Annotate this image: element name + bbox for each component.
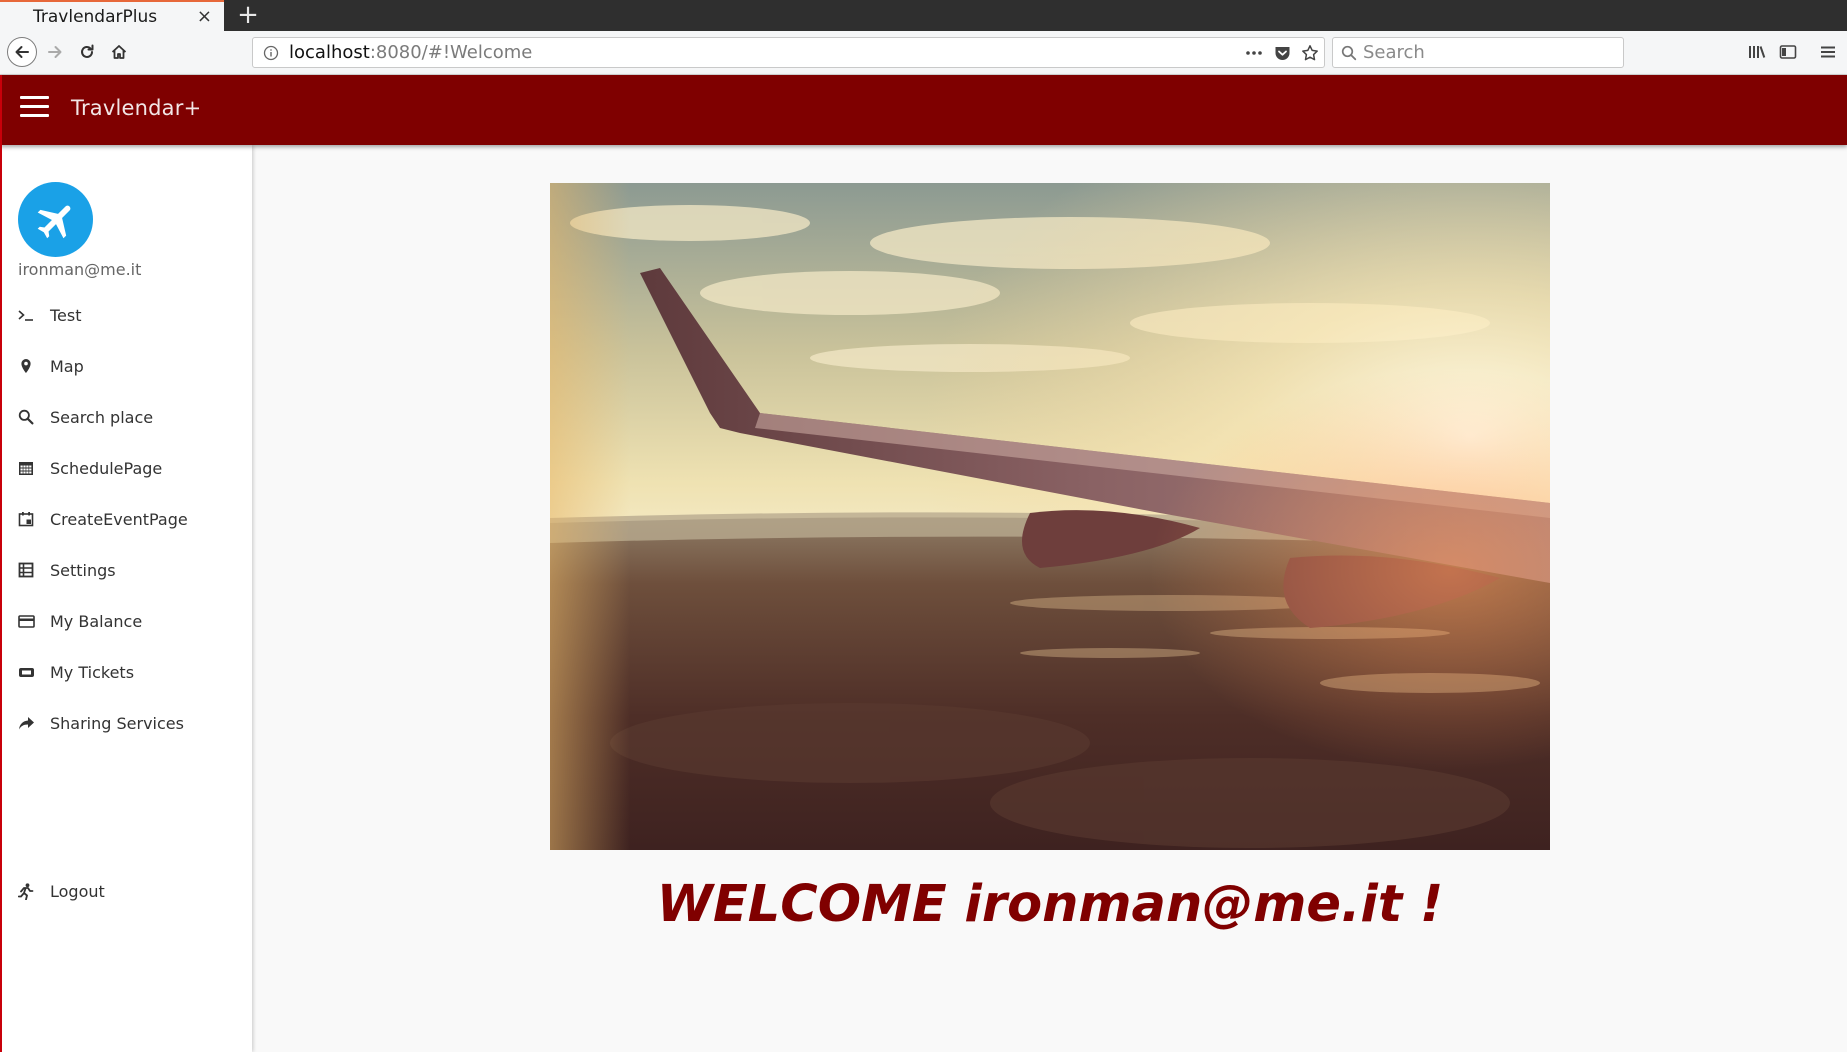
sidebar-item-search-place[interactable]: Search place bbox=[0, 393, 252, 441]
tab-title: TravlendarPlus bbox=[33, 6, 158, 27]
app-root: Travlendar+ ironman@me.it Test Map Searc… bbox=[0, 75, 1847, 1052]
welcome-heading: WELCOME ironman@me.it ! bbox=[656, 875, 1444, 934]
sidebar-item-label: Sharing Services bbox=[50, 713, 184, 733]
reload-button[interactable] bbox=[72, 37, 102, 67]
browser-menu-button[interactable] bbox=[1814, 38, 1842, 66]
home-button[interactable] bbox=[104, 37, 134, 67]
sidebar-item-label: My Balance bbox=[50, 611, 143, 631]
hamburger-bar bbox=[20, 105, 49, 108]
new-tab-button[interactable]: + bbox=[233, 1, 263, 29]
avatar bbox=[18, 182, 93, 257]
sidebar-item-label: Map bbox=[50, 356, 84, 376]
sidebar-item-create-event-page[interactable]: CreateEventPage bbox=[0, 495, 252, 543]
search-icon bbox=[1341, 45, 1357, 60]
page-actions-button[interactable] bbox=[1240, 39, 1268, 67]
hamburger-bar bbox=[20, 114, 49, 117]
url-bar[interactable]: localhost:8080/#!Welcome bbox=[252, 37, 1325, 68]
arrow-left-icon bbox=[15, 46, 29, 58]
forward-button[interactable] bbox=[40, 37, 70, 67]
sidebar-item-my-balance[interactable]: My Balance bbox=[0, 597, 252, 645]
sidebar-item-label: My Tickets bbox=[50, 662, 135, 682]
side-navigation: ironman@me.it Test Map Search place Sche… bbox=[0, 145, 252, 1052]
sidebar-item-sharing-services[interactable]: Sharing Services bbox=[0, 699, 252, 747]
sidebar-item-label: SchedulePage bbox=[50, 458, 163, 478]
credit-card-icon bbox=[17, 612, 35, 630]
library-icon bbox=[1749, 46, 1766, 58]
ellipsis-icon bbox=[1246, 50, 1262, 55]
bookmark-button[interactable] bbox=[1296, 39, 1324, 67]
sidebar-item-label: Test bbox=[50, 305, 82, 325]
user-email: ironman@me.it bbox=[18, 260, 142, 279]
library-button[interactable] bbox=[1743, 38, 1771, 66]
url-path: :8080/#!Welcome bbox=[369, 42, 533, 63]
browser-toolbar: localhost:8080/#!Welcome Search bbox=[0, 31, 1847, 75]
search-icon bbox=[17, 408, 35, 426]
map-pin-icon bbox=[17, 357, 35, 375]
sidebar-toggle-button[interactable] bbox=[1774, 38, 1802, 66]
airplane-wing-photo bbox=[550, 183, 1550, 850]
airplane-icon bbox=[37, 205, 70, 238]
sidebar-item-schedule-page[interactable]: SchedulePage bbox=[0, 444, 252, 492]
menu-toggle-button[interactable] bbox=[20, 96, 50, 124]
hero-image bbox=[550, 183, 1550, 850]
calendar-add-icon bbox=[17, 510, 35, 528]
calendar-grid-icon bbox=[17, 459, 35, 477]
sidebar-item-label: Settings bbox=[50, 560, 116, 580]
home-icon bbox=[111, 45, 127, 59]
pocket-button[interactable] bbox=[1268, 39, 1296, 67]
url-host: localhost bbox=[289, 42, 370, 63]
tab-close-button[interactable]: × bbox=[197, 6, 212, 27]
hamburger-icon bbox=[1821, 46, 1835, 58]
logout-button[interactable]: Logout bbox=[0, 867, 252, 915]
sidebar-item-test[interactable]: Test bbox=[0, 291, 252, 339]
arrow-right-icon bbox=[48, 46, 62, 58]
search-placeholder: Search bbox=[1363, 42, 1425, 63]
app-title: Travlendar+ bbox=[71, 96, 202, 120]
star-icon bbox=[1302, 44, 1318, 60]
sidebar-item-label: Search place bbox=[50, 407, 154, 427]
reload-icon bbox=[81, 44, 94, 58]
logout-label: Logout bbox=[50, 881, 105, 901]
sidebar-item-settings[interactable]: Settings bbox=[0, 546, 252, 594]
running-person-icon bbox=[17, 882, 35, 900]
terminal-icon bbox=[17, 306, 35, 324]
info-icon[interactable] bbox=[263, 45, 279, 61]
pocket-icon bbox=[1275, 46, 1289, 60]
sidebar-item-label: CreateEventPage bbox=[50, 509, 188, 529]
url-text[interactable]: localhost:8080/#!Welcome bbox=[289, 42, 1240, 63]
sidebar-icon bbox=[1779, 45, 1797, 59]
window-edge bbox=[0, 75, 2, 1052]
back-button[interactable] bbox=[7, 37, 37, 67]
sidebar-item-my-tickets[interactable]: My Tickets bbox=[0, 648, 252, 696]
share-arrow-icon bbox=[17, 714, 35, 732]
browser-tab-strip: TravlendarPlus × + bbox=[0, 0, 1847, 31]
app-toolbar: Travlendar+ bbox=[0, 75, 1847, 145]
browser-search-box[interactable]: Search bbox=[1332, 37, 1624, 68]
browser-tab[interactable]: TravlendarPlus × bbox=[0, 0, 224, 31]
sidebar-item-map[interactable]: Map bbox=[0, 342, 252, 390]
ticket-icon bbox=[17, 663, 35, 681]
hamburger-bar bbox=[20, 96, 49, 99]
table-icon bbox=[17, 561, 35, 579]
